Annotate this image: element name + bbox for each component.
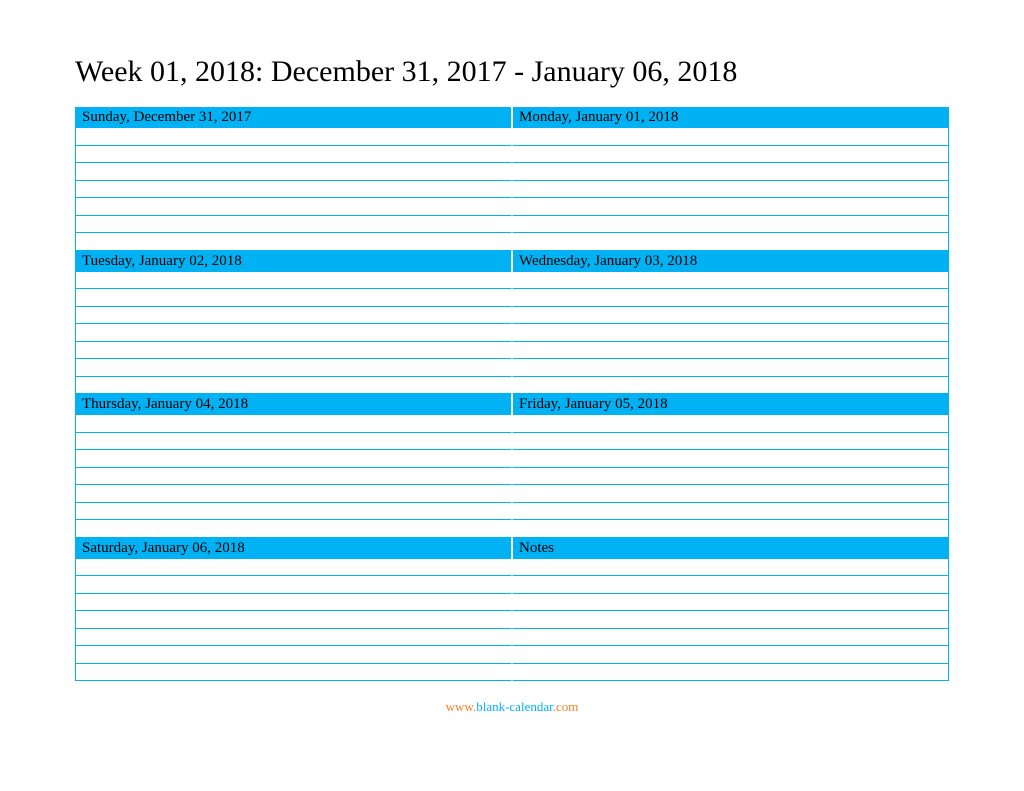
entry-line[interactable] [512, 520, 949, 538]
entry-line[interactable] [75, 485, 512, 503]
entry-line[interactable] [75, 433, 512, 451]
weekly-calendar: Sunday, December 31, 2017 Monday, Januar… [75, 107, 949, 681]
entry-line[interactable] [75, 520, 512, 538]
entry-line[interactable] [512, 163, 949, 181]
entry-line[interactable] [75, 468, 512, 486]
calendar-row: Tuesday, January 02, 2018 Wednesday, Jan… [75, 251, 949, 395]
entry-line[interactable] [75, 128, 512, 146]
footer-part-domain: blank-calendar [476, 699, 553, 714]
day-block-monday: Monday, January 01, 2018 [512, 107, 949, 251]
day-header: Tuesday, January 02, 2018 [75, 251, 512, 272]
entry-line[interactable] [512, 146, 949, 164]
entry-line[interactable] [75, 146, 512, 164]
entry-line[interactable] [512, 664, 949, 682]
entry-line[interactable] [75, 594, 512, 612]
entry-line[interactable] [512, 611, 949, 629]
entry-line[interactable] [512, 198, 949, 216]
day-lines [75, 272, 512, 395]
entry-line[interactable] [75, 377, 512, 395]
entry-line[interactable] [512, 342, 949, 360]
day-lines [512, 559, 949, 682]
day-lines [512, 415, 949, 538]
entry-line[interactable] [75, 450, 512, 468]
day-block-wednesday: Wednesday, January 03, 2018 [512, 251, 949, 395]
entry-line[interactable] [512, 233, 949, 251]
entry-line[interactable] [512, 433, 949, 451]
day-header: Thursday, January 04, 2018 [75, 394, 512, 415]
day-block-sunday: Sunday, December 31, 2017 [75, 107, 512, 251]
calendar-row: Sunday, December 31, 2017 Monday, Januar… [75, 107, 949, 251]
entry-line[interactable] [75, 163, 512, 181]
entry-line[interactable] [512, 468, 949, 486]
day-block-friday: Friday, January 05, 2018 [512, 394, 949, 538]
day-lines [75, 559, 512, 682]
entry-line[interactable] [512, 594, 949, 612]
footer-part-tld: .com [553, 699, 579, 714]
entry-line[interactable] [75, 272, 512, 290]
entry-line[interactable] [75, 233, 512, 251]
entry-line[interactable] [512, 485, 949, 503]
entry-line[interactable] [75, 646, 512, 664]
day-lines [75, 415, 512, 538]
calendar-row: Thursday, January 04, 2018 Friday, Janua… [75, 394, 949, 538]
day-block-thursday: Thursday, January 04, 2018 [75, 394, 512, 538]
day-header: Notes [512, 538, 949, 559]
day-block-notes: Notes [512, 538, 949, 682]
entry-line[interactable] [512, 646, 949, 664]
entry-line[interactable] [512, 324, 949, 342]
entry-line[interactable] [75, 324, 512, 342]
entry-line[interactable] [512, 503, 949, 521]
day-block-tuesday: Tuesday, January 02, 2018 [75, 251, 512, 395]
entry-line[interactable] [512, 289, 949, 307]
entry-line[interactable] [75, 307, 512, 325]
entry-line[interactable] [512, 629, 949, 647]
day-header: Friday, January 05, 2018 [512, 394, 949, 415]
day-header: Saturday, January 06, 2018 [75, 538, 512, 559]
entry-line[interactable] [512, 377, 949, 395]
entry-line[interactable] [75, 611, 512, 629]
day-lines [75, 128, 512, 251]
entry-line[interactable] [512, 559, 949, 577]
entry-line[interactable] [512, 307, 949, 325]
day-lines [512, 272, 949, 395]
entry-line[interactable] [512, 181, 949, 199]
entry-line[interactable] [75, 216, 512, 234]
entry-line[interactable] [75, 198, 512, 216]
entry-line[interactable] [75, 629, 512, 647]
calendar-row: Saturday, January 06, 2018 Notes [75, 538, 949, 682]
entry-line[interactable] [512, 128, 949, 146]
entry-line[interactable] [75, 415, 512, 433]
day-block-saturday: Saturday, January 06, 2018 [75, 538, 512, 682]
entry-line[interactable] [512, 576, 949, 594]
entry-line[interactable] [75, 289, 512, 307]
page-title: Week 01, 2018: December 31, 2017 - Janua… [75, 55, 949, 89]
entry-line[interactable] [512, 216, 949, 234]
entry-line[interactable] [75, 576, 512, 594]
entry-line[interactable] [75, 664, 512, 682]
entry-line[interactable] [512, 272, 949, 290]
day-header: Wednesday, January 03, 2018 [512, 251, 949, 272]
footer-link[interactable]: www.blank-calendar.com [75, 699, 949, 715]
entry-line[interactable] [75, 342, 512, 360]
day-lines [512, 128, 949, 251]
day-header: Monday, January 01, 2018 [512, 107, 949, 128]
entry-line[interactable] [75, 503, 512, 521]
day-header: Sunday, December 31, 2017 [75, 107, 512, 128]
entry-line[interactable] [512, 415, 949, 433]
entry-line[interactable] [512, 359, 949, 377]
entry-line[interactable] [512, 450, 949, 468]
footer-part-www: www. [446, 699, 477, 714]
entry-line[interactable] [75, 181, 512, 199]
entry-line[interactable] [75, 359, 512, 377]
entry-line[interactable] [75, 559, 512, 577]
